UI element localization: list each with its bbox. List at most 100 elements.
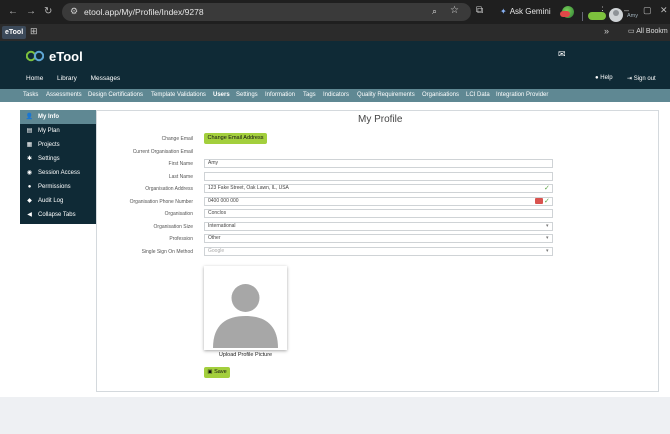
- sign-out-icon: ⇥: [627, 76, 634, 82]
- bookmark-etool[interactable]: eTool: [2, 26, 27, 39]
- organisation-field[interactable]: Conclos: [204, 209, 553, 218]
- organisation-size-label: Organisation Size: [153, 224, 193, 230]
- sidebar-item-my-plan[interactable]: ▤ My Plan: [20, 124, 96, 138]
- subnav-settings[interactable]: Settings: [236, 92, 258, 98]
- last-name-field[interactable]: [204, 172, 553, 181]
- sidebar-item-collapse-tabs[interactable]: ◀ Collapse Tabs: [20, 208, 96, 222]
- change-email-label: Change Email: [161, 136, 193, 142]
- app-header: eTool Home Library Messages ✉: [0, 41, 670, 89]
- url-text[interactable]: etool.app/My/Profile/Index/9278: [84, 7, 204, 17]
- save-button-label: Save: [214, 369, 227, 375]
- close-icon[interactable]: ✕: [660, 5, 668, 16]
- subnav-tags[interactable]: Tags: [303, 92, 316, 98]
- all-bookmarks[interactable]: ▭ All Bookm: [628, 27, 668, 35]
- subnav-integration-provider[interactable]: Integration Provider: [496, 92, 548, 98]
- forward-icon[interactable]: →: [26, 6, 36, 18]
- extensions-icon[interactable]: ⧉: [476, 5, 483, 16]
- bookmark-star-icon[interactable]: ☆: [450, 5, 459, 16]
- change-email-button[interactable]: Change Email Address: [204, 133, 267, 144]
- notifications-icon[interactable]: ✉: [558, 49, 566, 60]
- bookmarks-bar: eTool ⊞ » ▭ All Bookm: [0, 24, 670, 41]
- address-field[interactable]: 123 Fake Street, Oak Lawn, IL, USA: [204, 184, 553, 193]
- projects-icon: ▦: [26, 142, 33, 148]
- etool-logo-icon: [26, 50, 44, 62]
- address-valid-icon: ✓: [544, 185, 550, 192]
- sidebar-item-settings[interactable]: ✱ Settings: [20, 152, 96, 166]
- gemini-icon: ✦: [500, 7, 507, 16]
- status-pill[interactable]: [588, 12, 606, 20]
- audit-icon: ◆: [27, 198, 32, 204]
- subnav-quality-requirements[interactable]: Quality Requirements: [357, 92, 415, 98]
- plan-icon: ▤: [26, 128, 33, 134]
- upload-profile-picture-link[interactable]: Upload Profile Picture: [204, 352, 287, 358]
- profession-label: Profession: [169, 236, 193, 242]
- subnav-design-certifications[interactable]: Design Certifications: [88, 92, 143, 98]
- site-info-icon[interactable]: ⚙: [70, 6, 78, 17]
- sign-out-link[interactable]: ⇥ Sign out: [627, 75, 656, 82]
- subnav-lci-data[interactable]: LCI Data: [466, 92, 490, 98]
- chevron-down-icon: ▾: [546, 248, 549, 254]
- username[interactable]: Amy: [627, 13, 638, 19]
- sidebar-item-projects[interactable]: ▦ Projects: [20, 138, 96, 152]
- address-bar[interactable]: ⚙ etool.app/My/Profile/Index/9278 ⌕ ☆: [62, 3, 471, 21]
- nav-home[interactable]: Home: [26, 75, 43, 82]
- save-button[interactable]: ▣ Save: [204, 367, 230, 378]
- sidebar-item-my-info[interactable]: 👤 My Info: [20, 110, 96, 124]
- gear-icon: ✱: [26, 156, 33, 162]
- organisation-size-select[interactable]: International: [204, 222, 553, 231]
- chevron-down-icon: ▾: [546, 223, 549, 229]
- chevron-down-icon: ▾: [546, 235, 549, 241]
- organisation-label: Organisation: [164, 211, 193, 217]
- sidebar-item-label: My Plan: [38, 128, 60, 134]
- subnav-template-validations[interactable]: Template Validations: [151, 92, 206, 98]
- sidebar-item-label: Projects: [38, 142, 60, 148]
- header-divider: [582, 12, 583, 21]
- help-link[interactable]: ● Help: [595, 75, 613, 81]
- sidebar-item-label: Settings: [38, 156, 60, 162]
- zoom-icon[interactable]: ⌕: [432, 6, 437, 17]
- subnav-information[interactable]: Information: [265, 92, 295, 98]
- phone-field[interactable]: 0400 000 000: [204, 197, 553, 206]
- bookmarks-overflow-icon[interactable]: »: [604, 26, 609, 36]
- nav-messages[interactable]: Messages: [91, 75, 121, 82]
- address-label: Organisation Address: [145, 186, 193, 192]
- subnav-indicators[interactable]: Indicators: [323, 92, 349, 98]
- session-icon: ◉: [26, 170, 33, 176]
- nav-library[interactable]: Library: [57, 75, 77, 82]
- page-footer-bg: [0, 397, 670, 434]
- sidebar-item-audit-log[interactable]: ◆ Audit Log: [20, 194, 96, 208]
- sidebar-item-label: Audit Log: [38, 198, 64, 204]
- subnav-tasks[interactable]: Tasks: [23, 92, 38, 98]
- folder-icon: ▭: [628, 28, 637, 35]
- maximize-icon[interactable]: ▢: [643, 5, 652, 16]
- profile-picture[interactable]: [204, 266, 287, 350]
- subnav-users[interactable]: Users: [213, 92, 230, 98]
- page-title: My Profile: [358, 114, 403, 125]
- current-org-email-label: Current Organisation Email: [132, 149, 193, 155]
- sidebar-item-permissions[interactable]: ● Permissions: [20, 180, 96, 194]
- subnav-assessments[interactable]: Assessments: [46, 92, 82, 98]
- back-icon[interactable]: ←: [8, 6, 18, 18]
- subnav-organisations[interactable]: Organisations: [422, 92, 459, 98]
- sign-out-label: Sign out: [633, 76, 656, 82]
- first-name-field[interactable]: Amy: [204, 159, 553, 168]
- phone-valid-icon: ✓: [544, 198, 550, 205]
- sso-label: Single Sign On Method: [141, 249, 193, 255]
- sso-select[interactable]: Google: [204, 247, 553, 256]
- brand-name: eTool: [49, 49, 83, 64]
- phone-flag-icon[interactable]: [535, 198, 543, 204]
- default-avatar-icon: [213, 284, 278, 348]
- sidebar-item-session-access[interactable]: ◉ Session Access: [20, 166, 96, 180]
- profession-select[interactable]: Other: [204, 234, 553, 243]
- help-label: Help: [600, 75, 613, 81]
- permissions-icon: ●: [27, 184, 32, 190]
- ask-gemini-button[interactable]: ✦ Ask Gemini: [500, 4, 554, 20]
- first-name-label: First Name: [168, 161, 193, 167]
- apps-grid-icon[interactable]: ⊞: [30, 26, 38, 37]
- admin-subnav: Tasks Assessments Design Certifications …: [0, 89, 670, 102]
- collapse-icon: ◀: [27, 212, 32, 218]
- avatar[interactable]: [609, 8, 623, 22]
- reload-icon[interactable]: ↻: [44, 6, 52, 18]
- main-nav: Home Library Messages: [26, 75, 132, 82]
- profile-sidebar: 👤 My Info ▤ My Plan ▦ Projects ✱ Settings ◉ S…: [20, 110, 96, 224]
